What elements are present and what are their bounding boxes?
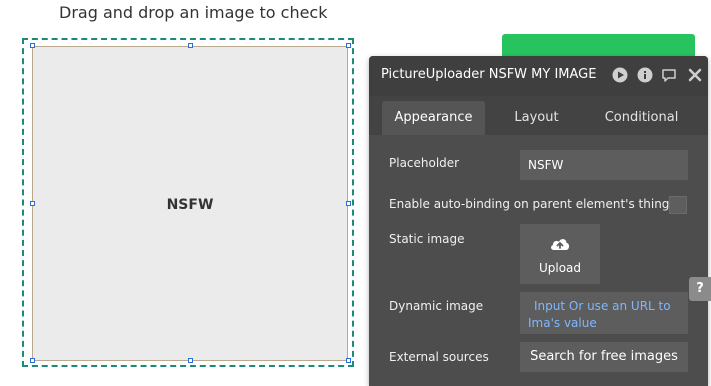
property-editor-panel: PictureUploader NSFW MY IMAGE Appearance… [369,56,708,386]
dynamic-image-input[interactable]: Input Or use an URL to Ima's value [520,292,688,334]
static-image-label: Static image [389,232,465,246]
resize-handle-bottom[interactable] [188,358,193,363]
external-sources-label: External sources [389,350,489,364]
resize-handle-top-right[interactable] [346,43,351,48]
panel-header[interactable]: PictureUploader NSFW MY IMAGE [369,56,708,96]
uploader-placeholder-text: NSFW [166,197,214,213]
placeholder-label: Placeholder [389,156,460,170]
resize-handle-right[interactable] [346,201,351,206]
comment-icon[interactable] [661,67,677,83]
search-free-images-button[interactable]: Search for free images [520,342,688,372]
close-icon[interactable] [687,67,703,83]
placeholder-input[interactable]: NSFW [520,150,688,180]
tab-appearance[interactable]: Appearance [382,101,485,135]
resize-handle-bottom-left[interactable] [30,358,35,363]
resize-handle-top-left[interactable] [30,43,35,48]
auto-binding-checkbox[interactable] [669,196,687,214]
page-heading: Drag and drop an image to check [59,3,328,22]
tab-conditional[interactable]: Conditional [594,101,689,135]
info-icon[interactable] [637,67,653,83]
resize-handle-top[interactable] [188,43,193,48]
cloud-upload-icon [551,239,570,250]
play-icon[interactable] [612,67,628,83]
dynamic-image-hint-line1: Input Or use an URL to [534,299,671,313]
auto-binding-label: Enable auto-binding on parent element's … [389,197,670,211]
panel-tabs: Appearance Layout Conditional [369,96,708,135]
panel-title: PictureUploader NSFW MY IMAGE [381,67,597,82]
upload-button[interactable]: Upload [520,224,600,284]
upload-button-label: Upload [538,261,582,275]
resize-handle-left[interactable] [30,201,35,206]
picture-uploader[interactable]: NSFW [32,46,348,361]
help-button[interactable]: ? [689,277,711,301]
resize-handle-bottom-right[interactable] [346,358,351,363]
tab-layout[interactable]: Layout [499,101,574,135]
dynamic-image-hint-line2: Ima's value [528,316,597,330]
dynamic-image-label: Dynamic image [389,299,484,313]
